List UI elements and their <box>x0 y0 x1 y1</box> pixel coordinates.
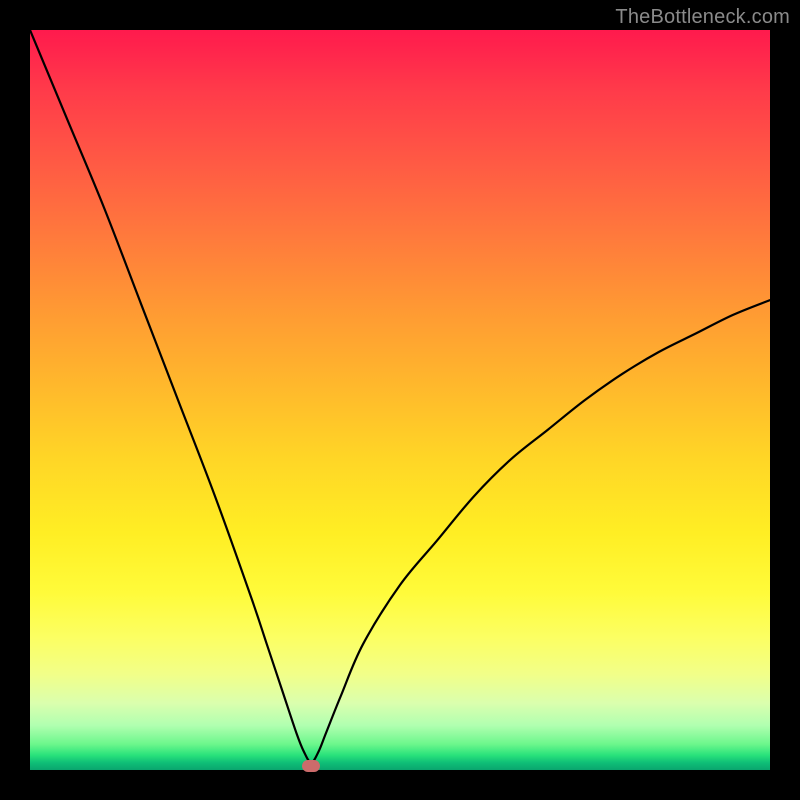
chart-plot-area <box>30 30 770 770</box>
bottleneck-curve <box>30 30 770 770</box>
